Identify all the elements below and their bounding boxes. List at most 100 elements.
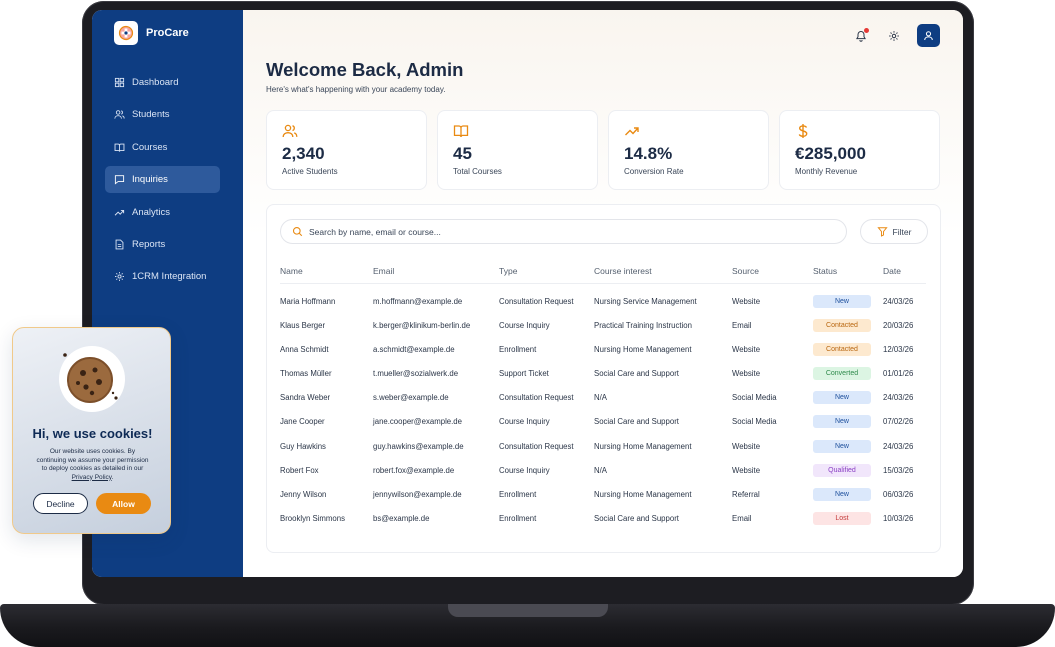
search-icon: [292, 226, 303, 237]
sidebar-item-reports[interactable]: Reports: [105, 231, 220, 258]
filter-icon: [876, 227, 888, 237]
column-header[interactable]: Course interest: [594, 259, 732, 284]
email-cell: m.hoffmann@example.de: [373, 296, 463, 306]
stat-label: Active Students: [282, 167, 338, 176]
user-icon: [924, 31, 933, 41]
date-cell: 01/01/26: [883, 368, 914, 378]
name-cell: Thomas Müller: [280, 368, 332, 378]
sidebar-item-1crm-integration[interactable]: 1CRM Integration: [105, 263, 220, 290]
cookie-text: Our website uses cookies. By continuing …: [36, 448, 149, 472]
sidebar-item-inquiries[interactable]: Inquiries: [105, 166, 220, 194]
sidebar-item-label: Analytics: [132, 206, 171, 218]
search-box[interactable]: [280, 219, 847, 244]
sidebar-item-label: Courses: [132, 141, 168, 153]
sidebar-item-students[interactable]: Students: [105, 101, 220, 128]
column-header[interactable]: Source: [732, 259, 800, 284]
decline-button[interactable]: Decline: [33, 493, 88, 514]
sidebar-item-label: Students: [132, 109, 170, 121]
column-header[interactable]: Status: [800, 259, 880, 284]
type-cell: Consultation Request: [499, 441, 574, 451]
allow-button[interactable]: Allow: [96, 493, 151, 514]
stat-label: Monthly Revenue: [795, 167, 858, 176]
name-cell: Robert Fox: [280, 465, 319, 475]
source-cell: Website: [732, 296, 761, 306]
type-cell: Course Inquiry: [499, 417, 550, 427]
course-cell: Social Care and Support: [594, 514, 679, 524]
status-cell: New: [800, 386, 880, 410]
gear-icon: [889, 30, 899, 41]
course-cell: Nursing Service Management: [594, 296, 697, 306]
date-cell: 10/03/26: [883, 514, 914, 524]
table-row[interactable]: Jane Cooper jane.cooper@example.de Course …: [280, 410, 926, 434]
table-row[interactable]: Brooklyn Simmons bs@example.de Enrollment S…: [280, 507, 926, 531]
gear-icon: [114, 271, 125, 282]
date-cell: 24/03/26: [883, 393, 914, 403]
course-cell: Nursing Home Management: [594, 489, 692, 499]
column-header[interactable]: Name: [280, 259, 373, 284]
course-cell: N/A: [594, 465, 607, 475]
course-cell: N/A: [594, 393, 607, 403]
email-cell: k.berger@klinikum-berlin.de: [373, 320, 471, 330]
stat-card-monthly-revenue: €285,000 Monthly Revenue: [779, 110, 940, 190]
sidebar-item-analytics[interactable]: Analytics: [105, 199, 220, 226]
cookie-title: Hi, we use cookies!: [32, 426, 153, 441]
notifications-button[interactable]: [851, 26, 871, 46]
stat-card-total-courses: 45 Total Courses: [437, 110, 598, 190]
dashboard-icon: [114, 77, 125, 88]
type-cell: Course Inquiry: [499, 320, 550, 330]
status-cell: Lost: [800, 507, 880, 531]
status-cell: Contacted: [800, 337, 880, 361]
source-cell: Website: [732, 368, 761, 378]
table-row[interactable]: Thomas Müller t.mueller@sozialwerk.de Supp…: [280, 361, 926, 385]
column-header[interactable]: Email: [373, 259, 499, 284]
topbar-actions: [851, 24, 940, 47]
laptop-notch: [448, 604, 608, 617]
brand[interactable]: ProCare: [114, 21, 189, 45]
message-icon: [114, 174, 125, 185]
sidebar-item-dashboard[interactable]: Dashboard: [105, 69, 220, 96]
table-row[interactable]: Sandra Weber s.weber@example.de Consultati…: [280, 386, 926, 410]
page-title: Welcome Back, Admin: [266, 59, 464, 80]
name-cell: Jane Cooper: [280, 417, 325, 427]
filter-label: Filter: [892, 226, 912, 237]
table-row[interactable]: Maria Hoffmann m.hoffmann@example.de Consu…: [280, 283, 926, 313]
type-cell: Enrollment: [499, 514, 537, 524]
sidebar-item-courses[interactable]: Courses: [105, 134, 220, 161]
settings-button[interactable]: [884, 26, 904, 46]
email-cell: t.mueller@sozialwerk.de: [373, 368, 459, 378]
sidebar-item-label: Reports: [132, 238, 166, 250]
notification-dot: [864, 27, 869, 33]
sidebar-item-label: Dashboard: [132, 77, 179, 88]
profile-button[interactable]: [917, 24, 940, 47]
table-row[interactable]: Anna Schmidt a.schmidt@example.de Enrollme…: [280, 337, 926, 361]
source-cell: Social Media: [732, 393, 777, 403]
type-cell: Support Ticket: [499, 368, 549, 378]
table-row[interactable]: Klaus Berger k.berger@klinikum-berlin.de C…: [280, 313, 926, 337]
stat-label: Conversion Rate: [624, 167, 684, 176]
book-icon: [114, 142, 125, 153]
status-badge: New: [813, 487, 871, 501]
date-cell: 15/03/26: [883, 465, 914, 475]
course-cell: Nursing Home Management: [594, 344, 692, 354]
privacy-policy-link[interactable]: Privacy Policy: [72, 474, 112, 481]
name-cell: Guy Hawkins: [280, 441, 326, 451]
column-header[interactable]: Type: [499, 259, 594, 284]
status-cell: New: [800, 283, 880, 313]
stat-card-active-students: 2,340 Active Students: [266, 110, 427, 190]
trending-icon: [114, 207, 125, 218]
course-cell: Practical Training Instruction: [594, 320, 692, 330]
table-row[interactable]: Jenny Wilson jennywilson@example.de Enroll…: [280, 482, 926, 506]
filter-button[interactable]: Filter: [860, 219, 928, 244]
course-cell: Social Care and Support: [594, 417, 679, 427]
status-cell: New: [800, 482, 880, 506]
status-badge: New: [813, 415, 871, 429]
name-cell: Jenny Wilson: [280, 489, 327, 499]
stats-row: 2,340 Active Students 45 Total Courses 1…: [266, 110, 940, 190]
column-header[interactable]: Date: [880, 259, 926, 284]
search-input[interactable]: [309, 226, 809, 237]
table-row[interactable]: Robert Fox robert.fox@example.de Course In…: [280, 458, 926, 482]
stat-card-conversion-rate: 14.8% Conversion Rate: [608, 110, 769, 190]
table-row[interactable]: Guy Hawkins guy.hawkins@example.de Consult…: [280, 434, 926, 458]
date-cell: 06/03/26: [883, 489, 914, 499]
email-cell: guy.hawkins@example.de: [373, 441, 464, 451]
